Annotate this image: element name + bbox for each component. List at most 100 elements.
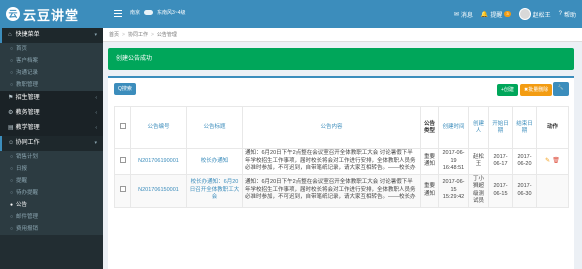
cell-content: 通知：6月20日下午2点整在会议室召开全体教职工大会 讨论暑假下半年学校招生工作…: [242, 148, 421, 175]
breadcrumb-collaboration[interactable]: 协同工作: [128, 32, 148, 38]
header-creator[interactable]: 创建人: [468, 106, 489, 149]
batch-delete-button[interactable]: ✖批量删除: [520, 84, 553, 96]
sidebar-item-expense[interactable]: ○ 费用报销: [0, 223, 103, 235]
header-content[interactable]: 公告内容: [242, 106, 421, 149]
sidebar-item-label: 日报: [16, 166, 28, 172]
breadcrumb-home[interactable]: 首页: [109, 32, 119, 38]
gear-icon: ⚙: [8, 110, 14, 116]
help-link[interactable]: ? 帮助: [559, 10, 576, 19]
sidebar-section-label: 协同工作: [15, 140, 40, 146]
sidebar-toggle-icon[interactable]: [114, 10, 122, 17]
wrench-icon[interactable]: 🔧: [553, 82, 569, 96]
header-created[interactable]: 创建时间: [438, 106, 469, 149]
header-type: 公告类型: [420, 106, 439, 149]
sidebar-item-label: 提醒: [16, 178, 28, 184]
sidebar-item-daily-report[interactable]: ○ 日报: [0, 163, 103, 175]
sidebar-item-todo[interactable]: ○ 待办提醒: [0, 187, 103, 199]
sidebar-section-enrollment[interactable]: ⚑ 招生管理 ‹: [0, 91, 103, 106]
cell-actions: [536, 173, 569, 208]
chevron-down-icon: ▾: [94, 32, 97, 38]
sidebar-item-sales-plan[interactable]: ○ 销售计划: [0, 151, 103, 163]
row-select[interactable]: [114, 173, 131, 208]
header-start[interactable]: 开始日期: [488, 106, 513, 149]
trash-icon[interactable]: 🗑: [552, 158, 560, 164]
header-id[interactable]: 公告编号: [130, 106, 187, 149]
row-checkbox[interactable]: [119, 156, 126, 163]
sidebar-section-label: 快捷菜单: [15, 32, 40, 38]
sidebar-item-home[interactable]: ○ 首页: [0, 43, 103, 55]
users-icon: ☺: [8, 140, 15, 146]
top-navbar: 云 云豆讲堂 南京 东南风3~4级 ✉ 消息 🔔 提醒 3 赵松王 ? 帮助: [0, 0, 582, 28]
sidebar-item-label: 首页: [16, 46, 28, 52]
cell-title[interactable]: 校长办通知：6月20日召开全体教职工大会: [186, 173, 243, 208]
reminders-link[interactable]: 🔔 提醒 3: [481, 10, 511, 19]
header-actions: 动作: [536, 106, 569, 149]
main-content: 首页 > 协同工作 > 公告管理 创建公告成功 Q搜索 +创建 ✖批量删除 🔧 公告编号…: [103, 28, 582, 269]
chevron-left-icon: ‹: [95, 95, 97, 101]
cell-start: 2017-06-17: [488, 148, 513, 175]
cell-id[interactable]: N201706190001: [130, 148, 187, 175]
reminders-label: 提醒: [490, 12, 503, 19]
question-icon: ?: [558, 11, 562, 17]
sidebar-item-label: 待办提醒: [16, 190, 39, 196]
sidebar-section-label: 招生管理: [15, 95, 40, 101]
success-alert: 创建公告成功: [108, 48, 574, 70]
cell-id[interactable]: N201706150001: [130, 173, 187, 208]
user-menu[interactable]: 赵松王: [518, 8, 551, 20]
header-title[interactable]: 公告标题: [186, 106, 243, 149]
bell-icon: 🔔: [480, 11, 489, 18]
cell-creator: 丁小狮超级测试员: [468, 173, 489, 208]
sidebar: ⌂ 快捷菜单 ▾ ○ 首页 ○ 客户档案 ○ 沟通记录 ○ 教职管理 ⚑ 招生管理 ‹ …: [0, 28, 103, 269]
select-all-header[interactable]: [114, 106, 131, 149]
table-row: N201706190001 校长办通知 通知：6月20日下午2点整在会议室召开全…: [114, 148, 569, 175]
book-icon: ▤: [8, 125, 14, 131]
sidebar-item-customer-archive[interactable]: ○ 客户档案: [0, 55, 103, 67]
sidebar-section-academic[interactable]: ⚙ 教务管理 ‹: [0, 106, 103, 121]
weather-city: 南京: [130, 10, 141, 16]
sidebar-item-reminder[interactable]: ○ 提醒: [0, 175, 103, 187]
header-end[interactable]: 结束日期: [512, 106, 537, 149]
sidebar-section-label: 教务管理: [15, 110, 40, 116]
sidebar-section-label: 教学管理: [15, 125, 40, 131]
weather-wind: 东南风3~4级: [157, 10, 186, 16]
chevron-left-icon: ‹: [95, 110, 97, 116]
flag-icon: ⚑: [8, 95, 14, 101]
search-button[interactable]: Q搜索: [114, 83, 136, 95]
sidebar-section-quick-menu[interactable]: ⌂ 快捷菜单 ▾: [0, 28, 103, 43]
sidebar-item-label: 邮件管理: [16, 214, 39, 220]
sidebar-item-label: 沟通记录: [16, 70, 39, 76]
sidebar-section-teaching[interactable]: ▤ 教学管理 ‹: [0, 121, 103, 136]
sidebar-item-mail[interactable]: ○ 邮件管理: [0, 211, 103, 223]
home-icon: ⌂: [8, 32, 12, 38]
add-button[interactable]: +创建: [497, 84, 518, 96]
sidebar-item-announcement[interactable]: ● 公告: [0, 199, 103, 211]
reminder-count-badge: 3: [504, 11, 511, 17]
avatar: [518, 8, 531, 20]
chevron-down-icon: ▾: [94, 140, 97, 146]
alert-text: 创建公告成功: [116, 56, 153, 62]
weather-widget: 南京 东南风3~4级: [130, 9, 186, 16]
select-all-checkbox[interactable]: [119, 123, 126, 129]
sidebar-item-label: 费用报销: [16, 226, 39, 232]
row-checkbox[interactable]: [119, 185, 126, 192]
logo-text: 云豆讲堂: [23, 7, 80, 23]
cloud-icon: [144, 10, 154, 15]
cell-created: 2017-06-15 15:29:42: [438, 173, 469, 208]
user-name: 赵松王: [532, 12, 551, 19]
sidebar-item-label: 教职管理: [16, 82, 39, 88]
sidebar-section-collaboration[interactable]: ☺ 协同工作 ▾: [0, 136, 103, 151]
edit-icon[interactable]: ✎: [545, 158, 550, 164]
sidebar-item-communication[interactable]: ○ 沟通记录: [0, 67, 103, 79]
app-logo[interactable]: 云 云豆讲堂: [6, 5, 111, 23]
sidebar-item-staff[interactable]: ○ 教职管理: [0, 79, 103, 91]
cell-end: 2017-06-30: [512, 173, 537, 208]
table-row: N201706150001 校长办通知：6月20日召开全体教职工大会 通知：6月…: [114, 173, 569, 208]
cell-title[interactable]: 校长办通知: [186, 148, 243, 175]
help-label: 帮助: [563, 12, 576, 19]
messages-label: 消息: [460, 12, 473, 19]
sidebar-item-label: 客户档案: [16, 58, 39, 64]
messages-link[interactable]: ✉ 消息: [454, 10, 473, 19]
cell-created: 2017-06-19 16:48:51: [438, 148, 469, 175]
row-select[interactable]: [114, 148, 131, 175]
cell-type: 重要通知: [420, 173, 439, 208]
